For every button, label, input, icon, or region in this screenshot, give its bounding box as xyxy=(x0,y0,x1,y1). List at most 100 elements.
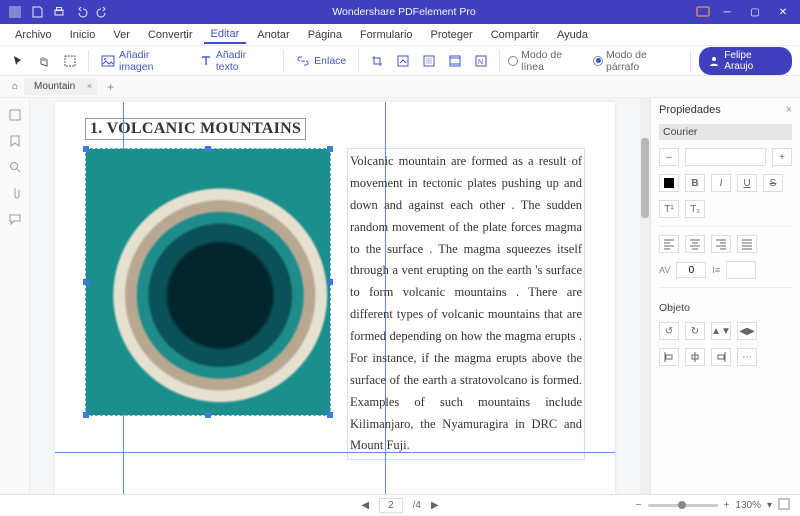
zoom-slider[interactable] xyxy=(648,504,718,507)
font-select[interactable]: Courier xyxy=(659,124,792,140)
main-area: 1. VOLCANIC MOUNTAINS Volcanic mountain … xyxy=(0,98,800,494)
superscript-button[interactable]: T¹ xyxy=(659,200,679,218)
page-number-field[interactable]: 2 xyxy=(379,498,403,513)
header-footer-tool[interactable] xyxy=(445,53,465,69)
document-tab[interactable]: Mountain × xyxy=(24,78,97,95)
resize-handle[interactable] xyxy=(83,146,89,152)
minimize-button[interactable]: ─ xyxy=(716,2,738,22)
close-button[interactable]: ✕ xyxy=(772,2,794,22)
app-logo-icon xyxy=(8,5,22,19)
flip-h-button[interactable]: ◀▶ xyxy=(737,322,757,340)
obj-align-left[interactable] xyxy=(659,348,679,366)
maximize-button[interactable]: ▢ xyxy=(744,2,766,22)
edit-tool[interactable] xyxy=(60,53,80,69)
next-page-button[interactable]: ▶ xyxy=(431,500,439,511)
print-icon[interactable] xyxy=(52,5,66,19)
menu-convertir[interactable]: Convertir xyxy=(141,27,200,43)
resize-handle[interactable] xyxy=(83,279,89,285)
hand-tool[interactable] xyxy=(34,53,54,69)
subscript-button[interactable]: T₁ xyxy=(685,200,705,218)
document-viewport[interactable]: 1. VOLCANIC MOUNTAINS Volcanic mountain … xyxy=(30,98,640,494)
obj-align-more[interactable]: ⋯ xyxy=(737,348,757,366)
tab-label: Mountain xyxy=(34,81,75,92)
user-pill[interactable]: Felipe Araujo xyxy=(699,47,792,75)
menu-editar[interactable]: Editar xyxy=(204,26,247,44)
resize-handle[interactable] xyxy=(327,279,333,285)
align-right-button[interactable] xyxy=(711,235,731,253)
link-button[interactable]: Enlace xyxy=(292,53,350,69)
align-center-button[interactable] xyxy=(685,235,705,253)
vertical-scrollbar[interactable] xyxy=(640,98,650,494)
menu-ver[interactable]: Ver xyxy=(106,27,137,43)
bookmarks-icon[interactable] xyxy=(8,134,22,148)
resize-handle[interactable] xyxy=(205,412,211,418)
link-label: Enlace xyxy=(314,55,346,67)
pdf-page[interactable]: 1. VOLCANIC MOUNTAINS Volcanic mountain … xyxy=(55,102,615,494)
mode-line-radio[interactable]: Modo de línea xyxy=(508,49,587,73)
bold-button[interactable]: B xyxy=(685,174,705,192)
add-text-button[interactable]: Añadir texto xyxy=(196,47,275,75)
scrollbar-thumb[interactable] xyxy=(641,138,649,218)
font-size-increase[interactable]: + xyxy=(772,148,792,166)
zoom-dropdown-icon[interactable]: ▾ xyxy=(767,500,772,511)
underline-button[interactable]: U xyxy=(737,174,757,192)
rotate-ccw-button[interactable]: ↺ xyxy=(659,322,679,340)
search-icon[interactable] xyxy=(8,160,22,174)
notify-icon[interactable] xyxy=(696,5,710,19)
tab-close-icon[interactable]: × xyxy=(87,81,92,91)
align-left-button[interactable] xyxy=(659,235,679,253)
align-justify-button[interactable] xyxy=(737,235,757,253)
menu-bar: Archivo Inicio Ver Convertir Editar Anot… xyxy=(0,24,800,46)
prev-page-button[interactable]: ◀ xyxy=(361,500,369,511)
menu-archivo[interactable]: Archivo xyxy=(8,27,59,43)
save-icon[interactable] xyxy=(30,5,44,19)
attachments-icon[interactable] xyxy=(8,186,22,200)
resize-handle[interactable] xyxy=(327,146,333,152)
zoom-in-button[interactable]: + xyxy=(724,500,730,511)
obj-align-center[interactable] xyxy=(685,348,705,366)
svg-text:N: N xyxy=(478,59,483,66)
menu-proteger[interactable]: Proteger xyxy=(424,27,480,43)
menu-pagina[interactable]: Página xyxy=(301,27,349,43)
rotate-cw-button[interactable]: ↻ xyxy=(685,322,705,340)
menu-compartir[interactable]: Compartir xyxy=(484,27,546,43)
pointer-tool[interactable] xyxy=(8,53,28,69)
line-spacing-field[interactable] xyxy=(726,261,756,279)
undo-icon[interactable] xyxy=(74,5,88,19)
menu-inicio[interactable]: Inicio xyxy=(63,27,103,43)
strike-button[interactable]: S xyxy=(763,174,783,192)
home-icon[interactable]: ⌂ xyxy=(6,81,24,92)
menu-formulario[interactable]: Formulario xyxy=(353,27,420,43)
body-paragraph-1[interactable]: Volcanic mountain are formed as a result… xyxy=(347,148,585,460)
app-title: Wondershare PDFelement Pro xyxy=(118,6,690,18)
selected-image[interactable] xyxy=(85,148,331,416)
status-bar: ◀ 2 /4 ▶ − + 130% ▾ xyxy=(0,494,800,516)
resize-handle[interactable] xyxy=(205,146,211,152)
crop-tool[interactable] xyxy=(367,53,387,69)
thumbnails-icon[interactable] xyxy=(8,108,22,122)
zoom-out-button[interactable]: − xyxy=(636,500,642,511)
resize-handle[interactable] xyxy=(83,412,89,418)
font-size-field[interactable] xyxy=(685,148,766,166)
mode-para-radio[interactable]: Modo de párrafo xyxy=(593,49,682,73)
properties-close-icon[interactable]: × xyxy=(786,104,792,116)
font-color-button[interactable] xyxy=(659,174,679,192)
menu-ayuda[interactable]: Ayuda xyxy=(550,27,595,43)
obj-align-right[interactable] xyxy=(711,348,731,366)
bates-tool[interactable]: N xyxy=(471,53,491,69)
font-size-decrease[interactable]: – xyxy=(659,148,679,166)
comments-icon[interactable] xyxy=(8,212,22,226)
menu-anotar[interactable]: Anotar xyxy=(250,27,296,43)
redo-icon[interactable] xyxy=(96,5,110,19)
italic-button[interactable]: I xyxy=(711,174,731,192)
fit-page-button[interactable] xyxy=(778,498,790,513)
resize-handle[interactable] xyxy=(327,412,333,418)
add-tab-button[interactable]: + xyxy=(101,80,120,94)
left-sidestrip xyxy=(0,98,30,494)
char-spacing-field[interactable] xyxy=(676,262,706,278)
add-image-button[interactable]: Añadir imagen xyxy=(97,47,190,75)
document-heading[interactable]: 1. VOLCANIC MOUNTAINS xyxy=(85,118,306,140)
background-tool[interactable] xyxy=(419,53,439,69)
flip-v-button[interactable]: ▲▼ xyxy=(711,322,731,340)
watermark-tool[interactable] xyxy=(393,53,413,69)
